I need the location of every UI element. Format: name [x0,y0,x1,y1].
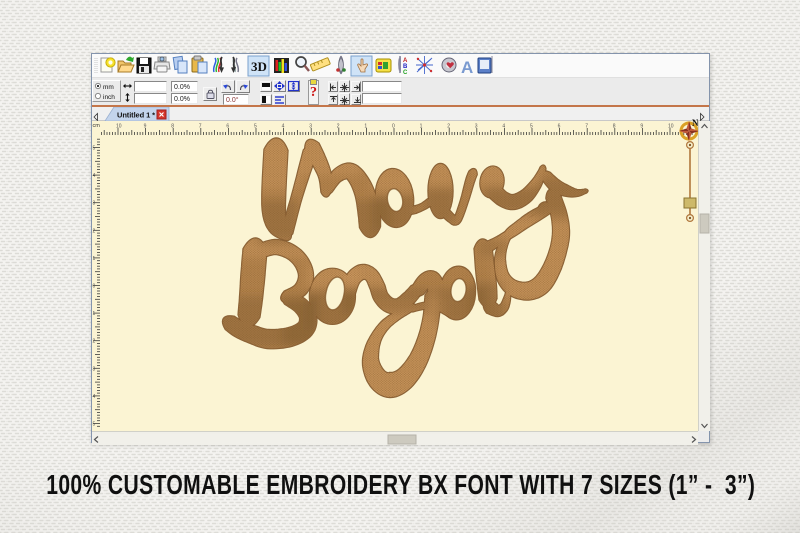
svg-text:10: 10 [116,124,122,130]
svg-text:5: 5 [530,124,533,130]
svg-text:3: 3 [475,124,478,130]
svg-text:4: 4 [282,124,285,130]
svg-text:7: 7 [585,124,588,130]
svg-text:1: 1 [364,124,367,130]
svg-text:cm: cm [93,123,101,129]
svg-text:C: C [403,70,408,76]
svg-text:1: 1 [420,124,423,130]
svg-text:3: 3 [309,124,312,130]
svg-text:inch: inch [103,94,115,101]
svg-text:8: 8 [613,124,616,130]
svg-text:8: 8 [171,124,174,130]
svg-text:3D: 3D [251,59,267,74]
svg-text:A: A [461,58,473,77]
svg-text:6: 6 [226,124,229,130]
svg-text:2: 2 [447,124,450,130]
svg-text:9: 9 [144,124,147,130]
svg-text:5: 5 [254,124,257,130]
svg-text:Untitled 1 *: Untitled 1 * [117,111,155,120]
svg-text:0: 0 [392,124,395,130]
svg-text:9: 9 [640,124,643,130]
svg-text:2: 2 [337,124,340,130]
svg-text:6: 6 [558,124,561,130]
svg-text:4: 4 [502,124,505,130]
svg-text:7: 7 [199,124,202,130]
svg-text:mm: mm [103,84,114,91]
